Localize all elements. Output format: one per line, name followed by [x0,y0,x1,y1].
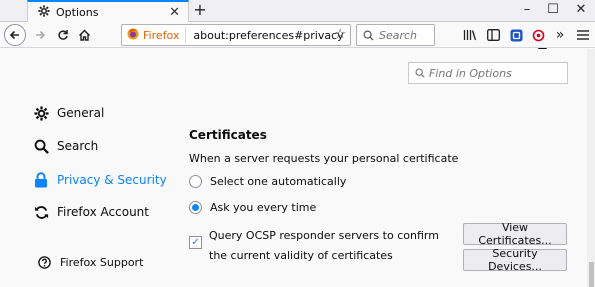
navigation-toolbar: Firefox about:preferences#privacy ☆ 2 » [0,22,595,57]
scrollbar-track[interactable] [587,49,595,287]
sidebar-item-general[interactable]: General [33,103,104,123]
reload-button[interactable] [55,25,71,45]
identity-box[interactable]: Firefox [122,27,187,43]
sidebar-item-privacy-security[interactable]: Privacy & Security [33,170,167,190]
sidebar-item-search[interactable]: Search [33,136,98,156]
support-label: Firefox Support [60,256,144,269]
firefox-support-link[interactable]: Firefox Support [38,256,143,269]
hamburger-menu-icon[interactable] [575,26,591,44]
help-icon [38,256,51,269]
addon-icon[interactable] [530,26,546,44]
certificates-heading: Certificates [189,128,267,142]
search-input[interactable] [379,28,431,42]
search-icon [363,30,374,41]
certificates-description: When a server requests your personal cer… [189,152,459,165]
close-tab-icon[interactable]: ✕ [169,5,180,20]
tab-options[interactable]: Options ✕ [27,0,189,23]
sync-icon [33,204,49,220]
find-in-options[interactable] [408,62,568,84]
back-button[interactable] [4,24,26,46]
radio-label: Ask you every time [210,201,317,214]
radio-button[interactable] [189,175,202,188]
ocsp-checkbox[interactable]: ✓ [189,236,202,249]
maximize-button[interactable]: ☐ [540,0,566,22]
sidebar-item-firefox-account[interactable]: Firefox Account [33,202,149,222]
url-bar[interactable]: Firefox about:preferences#privacy ☆ [121,24,351,46]
search-icon [415,68,425,78]
close-window-button[interactable]: ✕ [568,0,594,22]
bookmark-star-icon[interactable]: ☆ [334,27,346,42]
search-icon [33,138,49,154]
arrow-right-icon [36,30,46,40]
reload-icon [58,30,68,40]
gear-icon [38,5,50,20]
sidebar-item-label: Firefox Account [57,205,149,219]
tab-title: Options [56,6,99,19]
search-bar[interactable] [356,24,435,46]
scrollbar-thumb[interactable] [589,262,594,287]
identity-label: Firefox [143,28,180,42]
forward-button[interactable] [32,25,48,45]
lock-icon [33,172,49,188]
security-devices-button[interactable]: Security Devices... [463,247,567,273]
sidebar-toggle-icon[interactable] [485,26,501,44]
library-icon[interactable] [462,26,478,44]
home-button[interactable] [76,25,92,45]
radio-select-automatically[interactable]: Select one automatically [189,175,346,188]
url-text[interactable]: about:preferences#privacy [193,29,343,42]
sidebar-item-label: Search [57,139,99,153]
radio-ask-every-time[interactable]: Ask you every time [189,201,316,214]
radio-button-selected[interactable] [189,201,202,214]
view-certificates-button[interactable]: View Certificates... [463,221,567,247]
extension-icon[interactable] [508,26,524,44]
firefox-logo-icon [127,28,139,43]
find-input[interactable] [429,66,559,80]
home-icon [78,29,90,41]
radio-label: Select one automatically [210,175,347,188]
tab-strip: Options ✕ + – ☐ ✕ [0,0,595,23]
sidebar-item-label: General [57,106,105,120]
gear-icon [33,105,49,121]
overflow-chevron-icon[interactable]: » [552,26,568,44]
arrow-left-icon [9,30,19,40]
sidebar-item-label: Privacy & Security [57,173,167,187]
new-tab-button[interactable]: + [191,1,209,19]
minimize-button[interactable]: – [514,0,540,22]
ocsp-label: Query OCSP responder servers to confirm … [209,229,439,262]
